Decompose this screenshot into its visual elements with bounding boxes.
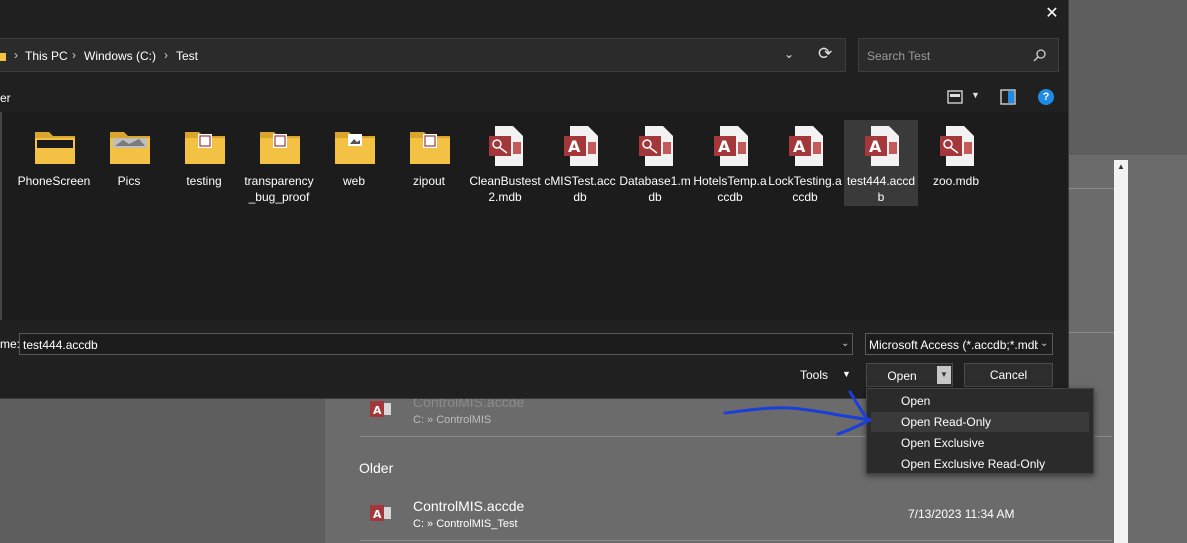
- mdb-file-icon: [940, 126, 974, 166]
- chevron-down-icon[interactable]: ▼: [971, 90, 980, 100]
- file-label: HotelsTemp.accdb: [693, 174, 767, 204]
- recent-file-path: C: » ControlMIS: [413, 414, 492, 426]
- file-label: web: [342, 174, 365, 188]
- scroll-up-icon[interactable]: ▲: [1116, 161, 1126, 172]
- file-item[interactable]: Pics: [92, 120, 166, 206]
- menu-item-open[interactable]: Open: [871, 391, 1089, 411]
- mdb-file-icon: [489, 126, 523, 166]
- recent-file-date: 7/13/2023 11:34 AM: [908, 507, 1015, 521]
- file-item[interactable]: zipout: [392, 120, 466, 206]
- file-item[interactable]: zoo.mdb: [919, 120, 993, 206]
- file-name-input[interactable]: test444.accdb ⌄: [19, 333, 853, 355]
- breadcrumb-test[interactable]: Test: [176, 49, 198, 63]
- file-item[interactable]: A cMISTest.accdb: [543, 120, 617, 206]
- folder-icon: [335, 132, 375, 164]
- view-icon[interactable]: [947, 89, 963, 105]
- file-item[interactable]: PhoneScreen: [17, 120, 91, 206]
- search-input[interactable]: Search Test: [858, 38, 1059, 72]
- chevron-down-icon[interactable]: ⌄: [841, 338, 849, 349]
- access-file-icon: A: [714, 126, 748, 166]
- file-item[interactable]: A HotelsTemp.accdb: [693, 120, 767, 206]
- annotation-arrow-icon: [723, 390, 872, 436]
- chevron-down-icon[interactable]: ⌄: [784, 47, 794, 61]
- file-label: zoo.mdb: [932, 174, 980, 188]
- svg-text:A: A: [869, 137, 882, 156]
- divider: [1068, 332, 1115, 333]
- recent-file-path: C: » ControlMIS_Test: [413, 518, 518, 530]
- folder-icon: [0, 53, 6, 61]
- chevron-down-icon[interactable]: ⌄: [1038, 338, 1049, 349]
- breadcrumb-windows-c[interactable]: Windows (C:): [84, 49, 156, 63]
- divider: [360, 540, 1112, 541]
- file-label: PhoneScreen: [17, 174, 91, 188]
- file-item[interactable]: Database1.mdb: [618, 120, 692, 206]
- svg-text:A: A: [373, 404, 382, 417]
- help-icon[interactable]: ?: [1038, 89, 1054, 105]
- menu-item-open-exclusive-read-only[interactable]: Open Exclusive Read-Only: [871, 454, 1089, 474]
- chevron-right-icon: ›: [14, 48, 18, 62]
- file-label: zipout: [412, 174, 446, 188]
- file-label: testing: [186, 174, 222, 188]
- scrollbar[interactable]: [1114, 160, 1128, 543]
- file-label: Pics: [117, 174, 141, 188]
- file-type-value: Microsoft Access (*.accdb;*.mdb: [869, 338, 1042, 352]
- file-item[interactable]: web: [317, 120, 391, 206]
- cancel-button[interactable]: Cancel: [964, 363, 1053, 387]
- file-label: CleanBustest2.mdb: [469, 174, 541, 204]
- access-file-icon: A: [564, 126, 598, 166]
- file-label: cMISTest.accdb: [544, 174, 616, 204]
- access-file-icon: A: [865, 126, 899, 166]
- search-placeholder: Search Test: [867, 49, 931, 63]
- svg-text:A: A: [568, 137, 581, 156]
- file-name-value: test444.accdb: [23, 338, 98, 352]
- access-file-icon: A: [370, 401, 391, 417]
- older-heading: Older: [359, 460, 394, 476]
- file-label: transparency_bug_proof: [244, 174, 314, 204]
- file-item[interactable]: transparency_bug_proof: [242, 120, 316, 206]
- divider: [0, 112, 2, 320]
- preview-pane-icon[interactable]: [1000, 89, 1016, 105]
- address-bar[interactable]: › This PC › Windows (C:) › Test ⌄ ⟳: [0, 38, 846, 72]
- svg-text:A: A: [373, 508, 382, 521]
- file-item-selected[interactable]: A test444.accdb: [844, 120, 918, 206]
- chevron-right-icon: ›: [164, 48, 168, 62]
- folder-icon: [260, 132, 300, 164]
- file-label: LockTesting.accdb: [768, 174, 842, 204]
- menu-item-open-exclusive[interactable]: Open Exclusive: [871, 433, 1089, 453]
- folder-icon: [185, 132, 225, 164]
- access-file-icon: A: [370, 505, 391, 521]
- file-type-select[interactable]: Microsoft Access (*.accdb;*.mdb ⌄: [865, 333, 1053, 355]
- file-name-label: me:: [0, 337, 21, 351]
- close-icon[interactable]: ✕: [1040, 3, 1064, 25]
- search-icon[interactable]: [1033, 48, 1047, 62]
- menu-item-open-read-only[interactable]: Open Read-Only: [871, 412, 1089, 432]
- chevron-down-icon[interactable]: ▼: [842, 369, 851, 379]
- breadcrumb-this-pc[interactable]: This PC: [25, 49, 68, 63]
- file-label: test444.accdb: [846, 174, 916, 204]
- svg-text:A: A: [718, 137, 731, 156]
- folder-icon: [410, 132, 450, 164]
- folder-icon: [110, 132, 150, 164]
- file-item[interactable]: testing: [167, 120, 241, 206]
- refresh-icon[interactable]: ⟳: [818, 44, 832, 64]
- open-options-menu: Open Open Read-Only Open Exclusive Open …: [866, 388, 1094, 474]
- recent-file-name[interactable]: ControlMIS.accde: [413, 498, 524, 514]
- file-item[interactable]: CleanBustest2.mdb: [468, 120, 542, 206]
- chevron-right-icon: ›: [72, 48, 76, 62]
- access-file-icon: A: [789, 126, 823, 166]
- folder-icon: [35, 132, 75, 164]
- file-item[interactable]: A LockTesting.accdb: [768, 120, 842, 206]
- toolbar-new-folder[interactable]: er: [0, 91, 11, 105]
- file-label: Database1.mdb: [619, 174, 691, 204]
- mdb-file-icon: [639, 126, 673, 166]
- open-dropdown-icon[interactable]: ▼: [937, 366, 951, 384]
- svg-text:A: A: [793, 137, 806, 156]
